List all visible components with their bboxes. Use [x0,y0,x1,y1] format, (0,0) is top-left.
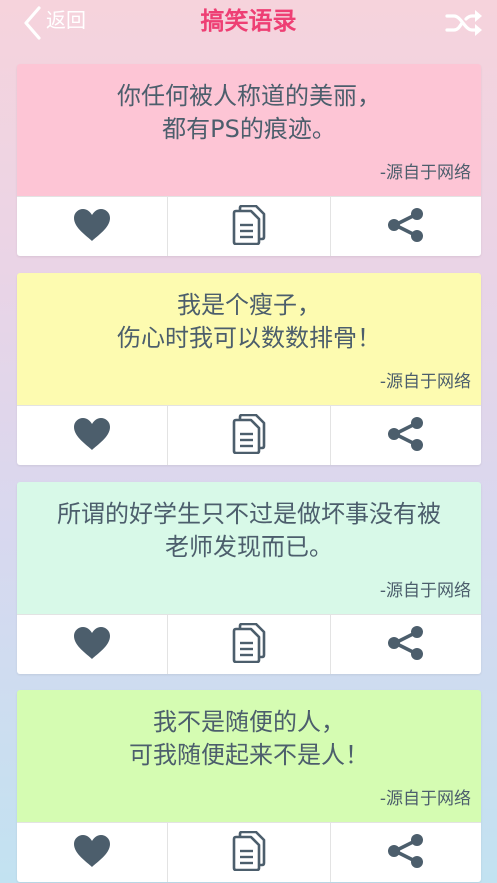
quote-text: 所谓的好学生只不过是做坏事没有被 老师发现而已。 [27,498,471,564]
like-button[interactable] [17,197,168,256]
share-button[interactable] [331,615,481,674]
heart-icon [73,208,111,246]
like-button[interactable] [17,406,168,465]
share-button[interactable] [331,823,481,882]
copy-document-icon [232,622,266,667]
copy-button[interactable] [168,197,331,256]
quote-line: 老师发现而已。 [165,533,333,561]
share-button[interactable] [331,406,481,465]
quote-card: 我不是随便的人， 可我随便起来不是人！ -源自于网络 [17,690,481,882]
share-icon [387,833,425,873]
copy-button[interactable] [168,823,331,882]
copy-document-icon [232,413,266,458]
quote-source: -源自于网络 [379,372,471,392]
quote-area: 所谓的好学生只不过是做坏事没有被 老师发现而已。 -源自于网络 [17,482,481,614]
heart-icon [73,626,111,664]
share-icon [387,416,425,456]
quote-area: 你任何被人称道的美丽， 都有PS的痕迹。 -源自于网络 [17,64,481,196]
share-button[interactable] [331,197,481,256]
quote-line: 伤心时我可以数数排骨！ [117,324,381,352]
heart-icon [73,417,111,455]
quote-line: 我不是随便的人， [153,708,345,736]
share-icon [387,207,425,247]
page-title: 搞笑语录 [200,7,297,35]
quote-source: -源自于网络 [379,789,471,809]
card-actions [17,196,481,256]
copy-button[interactable] [168,615,331,674]
shuffle-button[interactable] [445,8,483,38]
quote-text: 我不是随便的人， 可我随便起来不是人！ [27,706,471,772]
heart-icon [73,834,111,872]
quote-text: 我是个瘦子， 伤心时我可以数数排骨！ [27,289,471,355]
copy-document-icon [232,204,266,249]
quote-text: 你任何被人称道的美丽， 都有PS的痕迹。 [27,80,471,146]
shuffle-icon [445,10,483,42]
quote-line: 我是个瘦子， [177,291,321,319]
quote-source: -源自于网络 [379,163,471,183]
copy-button[interactable] [168,406,331,465]
card-actions [17,405,481,465]
card-actions [17,614,481,674]
quote-area: 我是个瘦子， 伤心时我可以数数排骨！ -源自于网络 [17,273,481,405]
quote-card: 你任何被人称道的美丽， 都有PS的痕迹。 -源自于网络 [17,64,481,256]
share-icon [387,625,425,665]
top-bar: 返回 搞笑语录 [0,0,497,46]
quote-line: 可我随便起来不是人！ [129,741,369,769]
copy-document-icon [232,830,266,875]
quote-line: 都有PS的痕迹。 [162,115,336,143]
quote-card: 我是个瘦子， 伤心时我可以数数排骨！ -源自于网络 [17,273,481,465]
quote-line: 你任何被人称道的美丽， [117,82,381,110]
quote-line: 所谓的好学生只不过是做坏事没有被 [57,500,441,528]
quote-area: 我不是随便的人， 可我随便起来不是人！ -源自于网络 [17,690,481,822]
like-button[interactable] [17,615,168,674]
quote-source: -源自于网络 [379,581,471,601]
card-actions [17,822,481,882]
like-button[interactable] [17,823,168,882]
quote-card: 所谓的好学生只不过是做坏事没有被 老师发现而已。 -源自于网络 [17,482,481,674]
